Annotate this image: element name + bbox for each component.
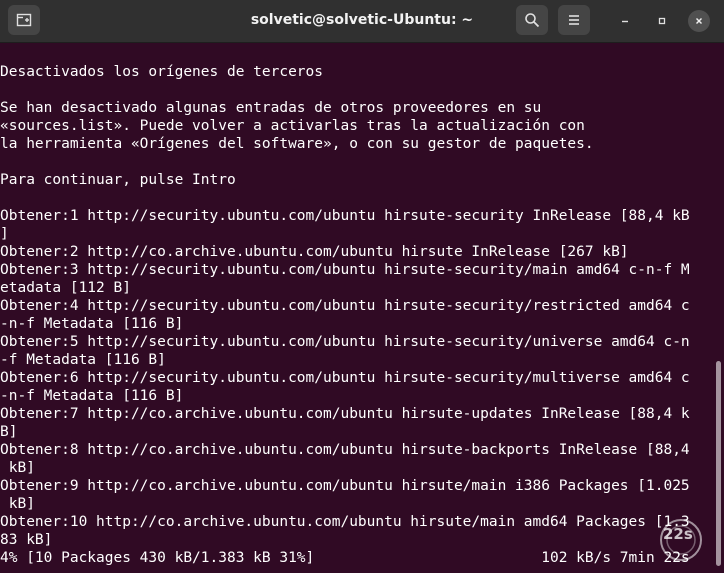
terminal-line: -f Metadata [116 B] [0, 352, 166, 368]
terminal-line: Obtener:5 http://security.ubuntu.com/ubu… [0, 334, 690, 350]
terminal-line: Obtener:8 http://co.archive.ubuntu.com/u… [0, 442, 690, 458]
terminal-line: Obtener:10 http://co.archive.ubuntu.com/… [0, 514, 690, 530]
terminal-line: Obtener:3 http://security.ubuntu.com/ubu… [0, 262, 690, 278]
terminal-line: B] [0, 424, 18, 440]
menu-button[interactable] [558, 5, 590, 35]
hamburger-menu-icon [569, 15, 579, 25]
terminal-line: ] [0, 226, 9, 242]
window-titlebar: solvetic@solvetic-Ubuntu: ~ [0, 0, 724, 43]
terminal-line: 83 kB] [0, 532, 53, 548]
terminal-line: Obtener:6 http://security.ubuntu.com/ubu… [0, 370, 690, 386]
terminal-line: la herramienta «Orígenes del software», … [0, 136, 594, 152]
terminal-line: kB] [0, 460, 35, 476]
search-button[interactable] [516, 5, 548, 35]
maximize-button[interactable] [651, 10, 673, 32]
terminal-line: -n-f Metadata [116 B] [0, 388, 184, 404]
terminal-line: etadata [112 B] [0, 280, 131, 296]
minimize-icon [622, 20, 628, 23]
terminal-scrollbar[interactable] [712, 43, 724, 569]
terminal-line: Para continuar, pulse Intro [0, 172, 236, 188]
minimize-button[interactable] [614, 10, 636, 32]
new-tab-icon [16, 13, 32, 27]
terminal-line: Se han desactivado algunas entradas de o… [0, 100, 542, 116]
terminal-line: «sources.list». Puede volver a activarla… [0, 118, 585, 134]
terminal-line: Obtener:4 http://security.ubuntu.com/ubu… [0, 298, 690, 314]
terminal-line: Obtener:7 http://co.archive.ubuntu.com/u… [0, 406, 690, 422]
maximize-icon [658, 17, 666, 25]
terminal-line: Obtener:9 http://co.archive.ubuntu.com/u… [0, 478, 690, 494]
terminal-line: Obtener:2 http://co.archive.ubuntu.com/u… [0, 244, 629, 260]
scrollbar-thumb[interactable] [716, 361, 721, 566]
terminal-lines: Desactivados los orígenes de terceros Se … [0, 63, 690, 567]
close-icon [696, 18, 702, 24]
terminal-line: -n-f Metadata [116 B] [0, 316, 184, 332]
close-button[interactable] [688, 10, 710, 32]
search-icon [525, 13, 540, 28]
new-tab-button[interactable] [8, 5, 40, 35]
terminal-line: Desactivados los orígenes de terceros [0, 64, 324, 80]
terminal-output[interactable]: Desactivados los orígenes de terceros Se … [0, 43, 712, 569]
terminal-line: 4% [10 Packages 430 kB/1.383 kB 31%] 102… [0, 550, 690, 566]
terminal-line: kB] [0, 496, 35, 512]
terminal-line: Obtener:1 http://security.ubuntu.com/ubu… [0, 208, 690, 224]
